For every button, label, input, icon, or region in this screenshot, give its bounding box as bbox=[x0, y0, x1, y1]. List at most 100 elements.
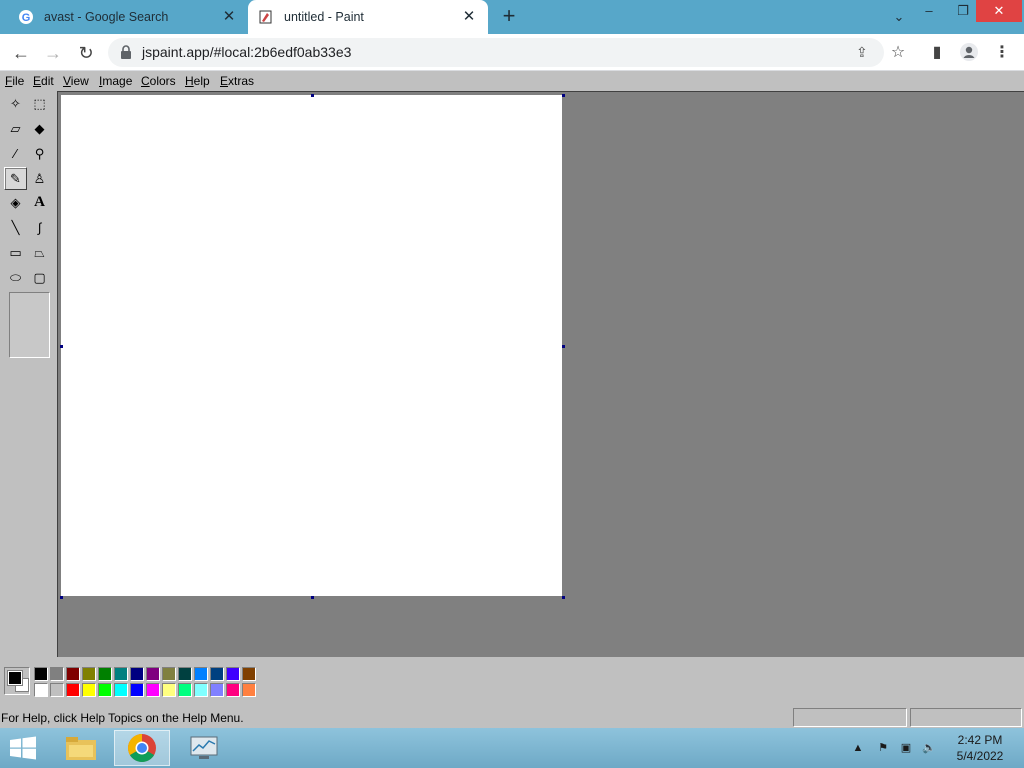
color-swatch[interactable] bbox=[226, 667, 240, 681]
side-panel-icon[interactable]: ▮ bbox=[926, 42, 948, 64]
color-swatch[interactable] bbox=[34, 683, 48, 697]
bookmark-star-icon[interactable]: ☆ bbox=[887, 42, 909, 64]
paint-icon bbox=[258, 9, 274, 25]
color-swatch[interactable] bbox=[50, 667, 64, 681]
ellipse-icon[interactable]: ⬭ bbox=[4, 266, 27, 289]
tab-title: untitled - Paint bbox=[284, 10, 364, 24]
menu-colors[interactable]: Colors bbox=[141, 74, 176, 88]
color-swatch[interactable] bbox=[210, 667, 224, 681]
more-menu-icon[interactable]: ⋮ bbox=[991, 42, 1013, 64]
status-bar: For Help, click Help Topics on the Help … bbox=[0, 707, 1024, 728]
rectangle-icon[interactable]: ▭ bbox=[4, 241, 27, 264]
color-swatch[interactable] bbox=[194, 667, 208, 681]
svg-text:G: G bbox=[22, 12, 31, 24]
url-text: jspaint.app/#local:2b6edf0ab33e3 bbox=[142, 44, 352, 60]
menu-view[interactable]: View bbox=[63, 74, 89, 88]
color-swatch[interactable] bbox=[226, 683, 240, 697]
color-swatch[interactable] bbox=[50, 683, 64, 697]
tab-google-search[interactable]: G avast - Google Search ✕ bbox=[0, 0, 248, 34]
color-swatch[interactable] bbox=[98, 683, 112, 697]
tab-paint[interactable]: untitled - Paint ✕ bbox=[248, 0, 488, 34]
color-swatch[interactable] bbox=[82, 683, 96, 697]
polygon-icon[interactable]: ⏢ bbox=[28, 241, 51, 264]
volume-muted-icon[interactable]: 🔈 bbox=[921, 740, 937, 756]
close-icon[interactable]: ✕ bbox=[460, 8, 478, 26]
color-swatch[interactable] bbox=[146, 683, 160, 697]
pick-color-icon[interactable]: ⁄ bbox=[4, 142, 27, 165]
system-clock[interactable]: 2:42 PM 5/4/2022 bbox=[944, 732, 1016, 764]
resize-handle bbox=[60, 596, 63, 599]
back-arrow-icon[interactable]: ← bbox=[9, 41, 33, 65]
fill-bucket-icon[interactable]: ◆ bbox=[28, 117, 51, 140]
resize-handle-right[interactable] bbox=[562, 345, 565, 348]
tab-title: avast - Google Search bbox=[44, 10, 169, 24]
clock-time: 2:42 PM bbox=[957, 733, 1003, 747]
reload-icon[interactable]: ↻ bbox=[74, 41, 98, 65]
forward-arrow-icon[interactable]: → bbox=[41, 41, 65, 65]
menu-image[interactable]: Image bbox=[99, 74, 132, 88]
color-swatch[interactable] bbox=[66, 683, 80, 697]
minimize-icon[interactable]: – bbox=[912, 0, 946, 22]
color-swatch[interactable] bbox=[210, 683, 224, 697]
color-swatch[interactable] bbox=[178, 667, 192, 681]
resize-handle bbox=[311, 94, 314, 97]
current-colors[interactable] bbox=[4, 667, 30, 695]
window-close-icon[interactable]: ✕ bbox=[976, 0, 1022, 22]
text-tool-icon[interactable]: A bbox=[28, 191, 51, 214]
resize-handle bbox=[562, 94, 565, 97]
menu-help[interactable]: Help bbox=[185, 74, 210, 88]
drawing-canvas[interactable] bbox=[61, 95, 562, 596]
color-swatch[interactable] bbox=[114, 667, 128, 681]
color-swatch[interactable] bbox=[242, 667, 256, 681]
chrome-icon[interactable] bbox=[114, 730, 170, 766]
new-tab-button[interactable]: + bbox=[498, 5, 520, 28]
rect-select-icon[interactable]: ⬚ bbox=[28, 92, 51, 115]
color-swatch[interactable] bbox=[130, 667, 144, 681]
brush-icon[interactable]: ♙ bbox=[28, 167, 51, 190]
color-swatch[interactable] bbox=[34, 667, 48, 681]
address-bar[interactable]: jspaint.app/#local:2b6edf0ab33e3 ⇪ bbox=[108, 38, 884, 67]
color-swatch[interactable] bbox=[66, 667, 80, 681]
rounded-rectangle-icon[interactable]: ▢ bbox=[28, 266, 51, 289]
flag-icon[interactable]: ⚑ bbox=[875, 740, 891, 756]
magnifier-icon[interactable]: ⚲ bbox=[28, 142, 51, 165]
color-swatch[interactable] bbox=[114, 683, 128, 697]
eraser-icon[interactable]: ▱ bbox=[4, 117, 27, 140]
lock-icon[interactable] bbox=[120, 45, 132, 59]
color-swatch[interactable] bbox=[242, 683, 256, 697]
resize-handle-corner[interactable] bbox=[562, 596, 565, 599]
resize-handle-bottom[interactable] bbox=[311, 596, 314, 599]
color-swatch[interactable] bbox=[194, 683, 208, 697]
tool-options-box[interactable] bbox=[9, 292, 50, 358]
airbrush-icon[interactable]: ◈ bbox=[4, 191, 27, 214]
status-position bbox=[793, 708, 907, 727]
chevron-up-icon[interactable]: ▲ bbox=[850, 740, 866, 756]
network-icon[interactable]: ▣ bbox=[898, 740, 914, 756]
menu-extras[interactable]: Extras bbox=[220, 74, 254, 88]
menu-file[interactable]: File bbox=[5, 74, 24, 88]
color-swatch[interactable] bbox=[98, 667, 112, 681]
pencil-icon[interactable]: ✎ bbox=[4, 167, 27, 190]
clock-date: 5/4/2022 bbox=[956, 749, 1004, 763]
color-swatch[interactable] bbox=[162, 667, 176, 681]
menu-edit[interactable]: Edit bbox=[33, 74, 54, 88]
browser-tab-strip: G avast - Google Search ✕ untitled - Pai… bbox=[0, 0, 1024, 34]
color-swatch[interactable] bbox=[178, 683, 192, 697]
color-swatch[interactable] bbox=[82, 667, 96, 681]
color-swatch[interactable] bbox=[146, 667, 160, 681]
close-icon[interactable]: ✕ bbox=[220, 8, 238, 26]
color-swatch[interactable] bbox=[130, 683, 144, 697]
color-palette bbox=[0, 657, 1024, 705]
restore-icon[interactable]: ❐ bbox=[946, 0, 980, 22]
windows-start-icon[interactable] bbox=[8, 736, 38, 760]
share-icon[interactable]: ⇪ bbox=[856, 44, 874, 62]
free-form-select-icon[interactable]: ✧ bbox=[4, 92, 27, 115]
google-g-icon: G bbox=[18, 9, 34, 25]
color-swatch[interactable] bbox=[162, 683, 176, 697]
performance-monitor-icon[interactable] bbox=[176, 730, 232, 766]
curve-icon[interactable]: ∫ bbox=[28, 216, 51, 239]
chevron-down-icon[interactable]: ⌄ bbox=[882, 6, 916, 28]
file-explorer-icon[interactable] bbox=[53, 730, 109, 766]
profile-avatar-icon[interactable] bbox=[958, 42, 980, 64]
line-icon[interactable]: ╲ bbox=[4, 216, 27, 239]
